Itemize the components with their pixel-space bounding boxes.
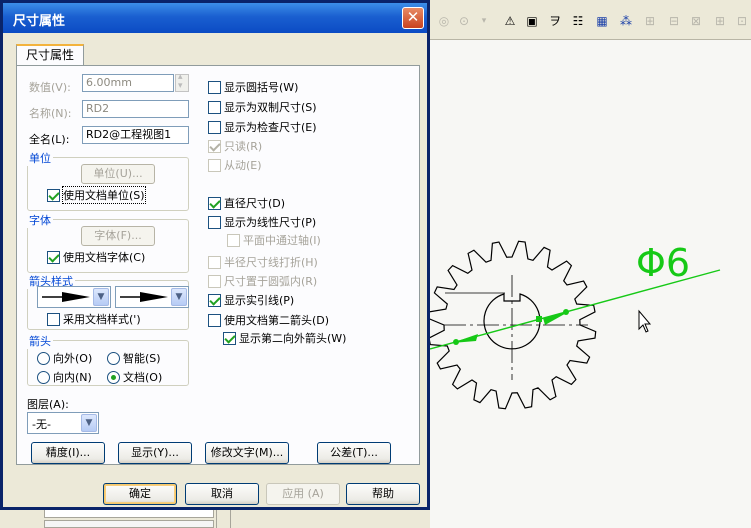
close-icon: ✕ (406, 8, 420, 26)
driven-checkbox[interactable]: 从动(E) (208, 157, 262, 173)
close-button[interactable]: ✕ (402, 7, 424, 29)
radius-fold-checkbox[interactable]: 半径尺寸线打折(H) (208, 254, 318, 270)
read-only-checkbox[interactable]: 只读(R) (208, 138, 262, 154)
center-mark-icon[interactable]: ⊡ (734, 13, 750, 29)
font-button[interactable]: 字体(F)... (81, 226, 155, 246)
value-field[interactable]: 6.00mm (82, 74, 174, 92)
arrow-style-select-1[interactable]: ▼ (37, 286, 111, 308)
arrow-icon (42, 292, 90, 302)
unit-button[interactable]: 单位(U)... (81, 164, 155, 184)
geometric-tolerance-icon[interactable]: ヲ (547, 13, 563, 29)
radio-smart[interactable]: 智能(S) (107, 350, 161, 366)
cosmetic-thread-icon[interactable]: ⁂ (618, 13, 634, 29)
unit-group-title: 单位 (27, 150, 53, 166)
value-label: 数值(V): (29, 81, 71, 94)
use-doc-font-checkbox[interactable]: 使用文档字体(C) (47, 249, 145, 265)
radio-outside[interactable]: 向外(O) (37, 350, 92, 366)
use-doc-unit-checkbox[interactable]: 使用文档单位(S) (47, 186, 146, 204)
chevron-down-icon: ▼ (81, 414, 97, 432)
align-icon[interactable]: ⊞ (642, 13, 658, 29)
radio-dot (37, 370, 50, 384)
radio-dot (107, 370, 120, 384)
dimension-text[interactable]: Φ6 (636, 241, 690, 285)
gear-drawing: Φ6 (430, 240, 721, 410)
chevron-down-icon[interactable]: ▾ (476, 13, 492, 29)
apply-button[interactable]: 应用 (A) (266, 483, 340, 505)
surface-finish-icon[interactable]: ⚠ (502, 13, 518, 29)
checkbox-box (47, 312, 60, 326)
show-inspection-checkbox[interactable]: 显示为检查尺寸(E) (208, 119, 317, 135)
area-hatch-icon[interactable]: ⊟ (666, 13, 682, 29)
title-bar[interactable]: 尺寸属性 ✕ (3, 3, 427, 33)
value-spinner[interactable] (175, 72, 189, 92)
chevron-down-icon: ▼ (171, 288, 187, 306)
note-icon[interactable]: ⊙ (456, 13, 472, 29)
diameter-checkbox[interactable]: 直径尺寸(D) (208, 195, 285, 211)
datum-icon[interactable]: ▣ (524, 13, 540, 29)
fullname-field[interactable]: RD2@工程视图1 (82, 126, 189, 144)
grid-icon[interactable]: ▦ (594, 13, 610, 29)
fullname-label: 全名(L): (29, 133, 70, 146)
chevron-down-icon: ▼ (93, 288, 109, 306)
checkbox-box (47, 250, 60, 264)
mouse-cursor-icon (638, 309, 652, 333)
radio-dot (37, 351, 50, 365)
place-inside-arc-checkbox[interactable]: 尺寸置于圆弧内(R) (208, 273, 317, 289)
show-dual-checkbox[interactable]: 显示为双制尺寸(S) (208, 99, 317, 115)
show-linear-checkbox[interactable]: 显示为线性尺寸(P) (208, 214, 316, 230)
use-doc-style-checkbox[interactable]: 采用文档样式(') (47, 311, 141, 327)
display-button[interactable]: 显示(Y)... (118, 442, 192, 464)
name-label: 名称(N): (29, 107, 72, 120)
dialog-title: 尺寸属性 (13, 14, 66, 29)
ok-button[interactable]: 确定 (103, 483, 177, 505)
drawing-canvas[interactable]: Φ6 (430, 40, 751, 528)
cancel-button[interactable]: 取消 (185, 483, 259, 505)
arrow-position-group-title: 箭头 (27, 333, 53, 349)
arrow-icon (120, 292, 168, 302)
name-field[interactable]: RD2 (82, 100, 189, 118)
layer-label: 图层(A): (27, 398, 69, 411)
hole-callout-icon[interactable]: ☷ (570, 13, 586, 29)
tab-dimension-properties[interactable]: 尺寸属性 (16, 44, 84, 66)
parallel-axis-checkbox[interactable]: 平面中通过轴(I) (227, 232, 321, 248)
radio-inside[interactable]: 向内(N) (37, 369, 92, 385)
precision-button[interactable]: 精度(I)... (31, 442, 105, 464)
arrow-style-select-2[interactable]: ▼ (115, 286, 189, 308)
tolerance-button[interactable]: 公差(T)... (317, 442, 391, 464)
radio-dot (107, 351, 120, 365)
modify-text-button[interactable]: 修改文字(M)... (205, 442, 289, 464)
radio-doc[interactable]: 文档(O) (107, 369, 162, 385)
dimension-properties-dialog: 尺寸属性 ✕ 尺寸属性 数值(V): 6.00mm 名称(N): RD2 全名(… (0, 0, 430, 510)
checkbox-box (47, 188, 60, 202)
tab-panel: 数值(V): 6.00mm 名称(N): RD2 全名(L): RD2@工程视图… (16, 65, 420, 465)
annotation-toolbar: ◎ ⊙ ▾ ⚠ ▣ ヲ ☷ ▦ ⁂ ⊞ ⊟ ⊠ ⊞ ⊡ (430, 0, 751, 40)
layer-select[interactable]: -无- ▼ (27, 412, 99, 434)
font-group-title: 字体 (27, 212, 53, 228)
help-button[interactable]: 帮助 (346, 483, 420, 505)
block-icon[interactable]: ⊠ (688, 13, 704, 29)
centerline-icon[interactable]: ⊞ (712, 13, 728, 29)
use-second-arrow-checkbox[interactable]: 使用文档第二箭头(D) (208, 312, 329, 328)
circle-icon[interactable]: ◎ (436, 13, 452, 29)
show-parens-checkbox[interactable]: 显示圆括号(W) (208, 79, 298, 95)
dialog-body: 尺寸属性 数值(V): 6.00mm 名称(N): RD2 全名(L): RD2… (3, 33, 427, 507)
show-leader-checkbox[interactable]: 显示实引线(P) (208, 292, 294, 308)
show-second-outward-checkbox[interactable]: 显示第二向外箭头(W) (223, 330, 346, 346)
layer-value: -无- (32, 418, 51, 431)
